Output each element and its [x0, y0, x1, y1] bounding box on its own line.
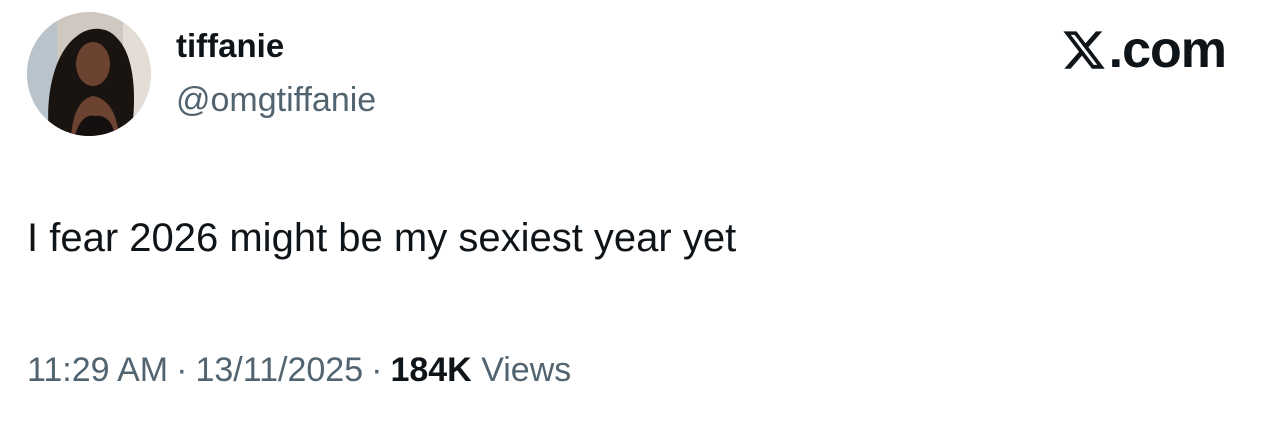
tweet-text: I fear 2026 might be my sexiest year yet [27, 216, 737, 260]
x-logo-icon [1061, 27, 1107, 73]
brand-watermark: .com [1061, 21, 1227, 79]
views-label: Views [481, 351, 572, 389]
user-handle[interactable]: @omgtiffanie [176, 80, 376, 120]
brand-suffix: .com [1108, 21, 1227, 79]
tweet-card: tiffanie @omgtiffanie .com I fear 2026 m… [0, 0, 1284, 427]
display-name[interactable]: tiffanie [176, 26, 284, 66]
views-count[interactable]: 184K [390, 351, 471, 389]
avatar[interactable] [27, 12, 151, 136]
avatar-photo [27, 12, 151, 136]
tweet-meta: 11:29 AM · 13/11/2025 · 184K Views [27, 348, 571, 392]
meta-separator: · [176, 351, 188, 389]
meta-separator: · [371, 351, 383, 389]
tweet-date[interactable]: 13/11/2025 [195, 351, 363, 389]
tweet-time[interactable]: 11:29 AM [27, 351, 168, 389]
